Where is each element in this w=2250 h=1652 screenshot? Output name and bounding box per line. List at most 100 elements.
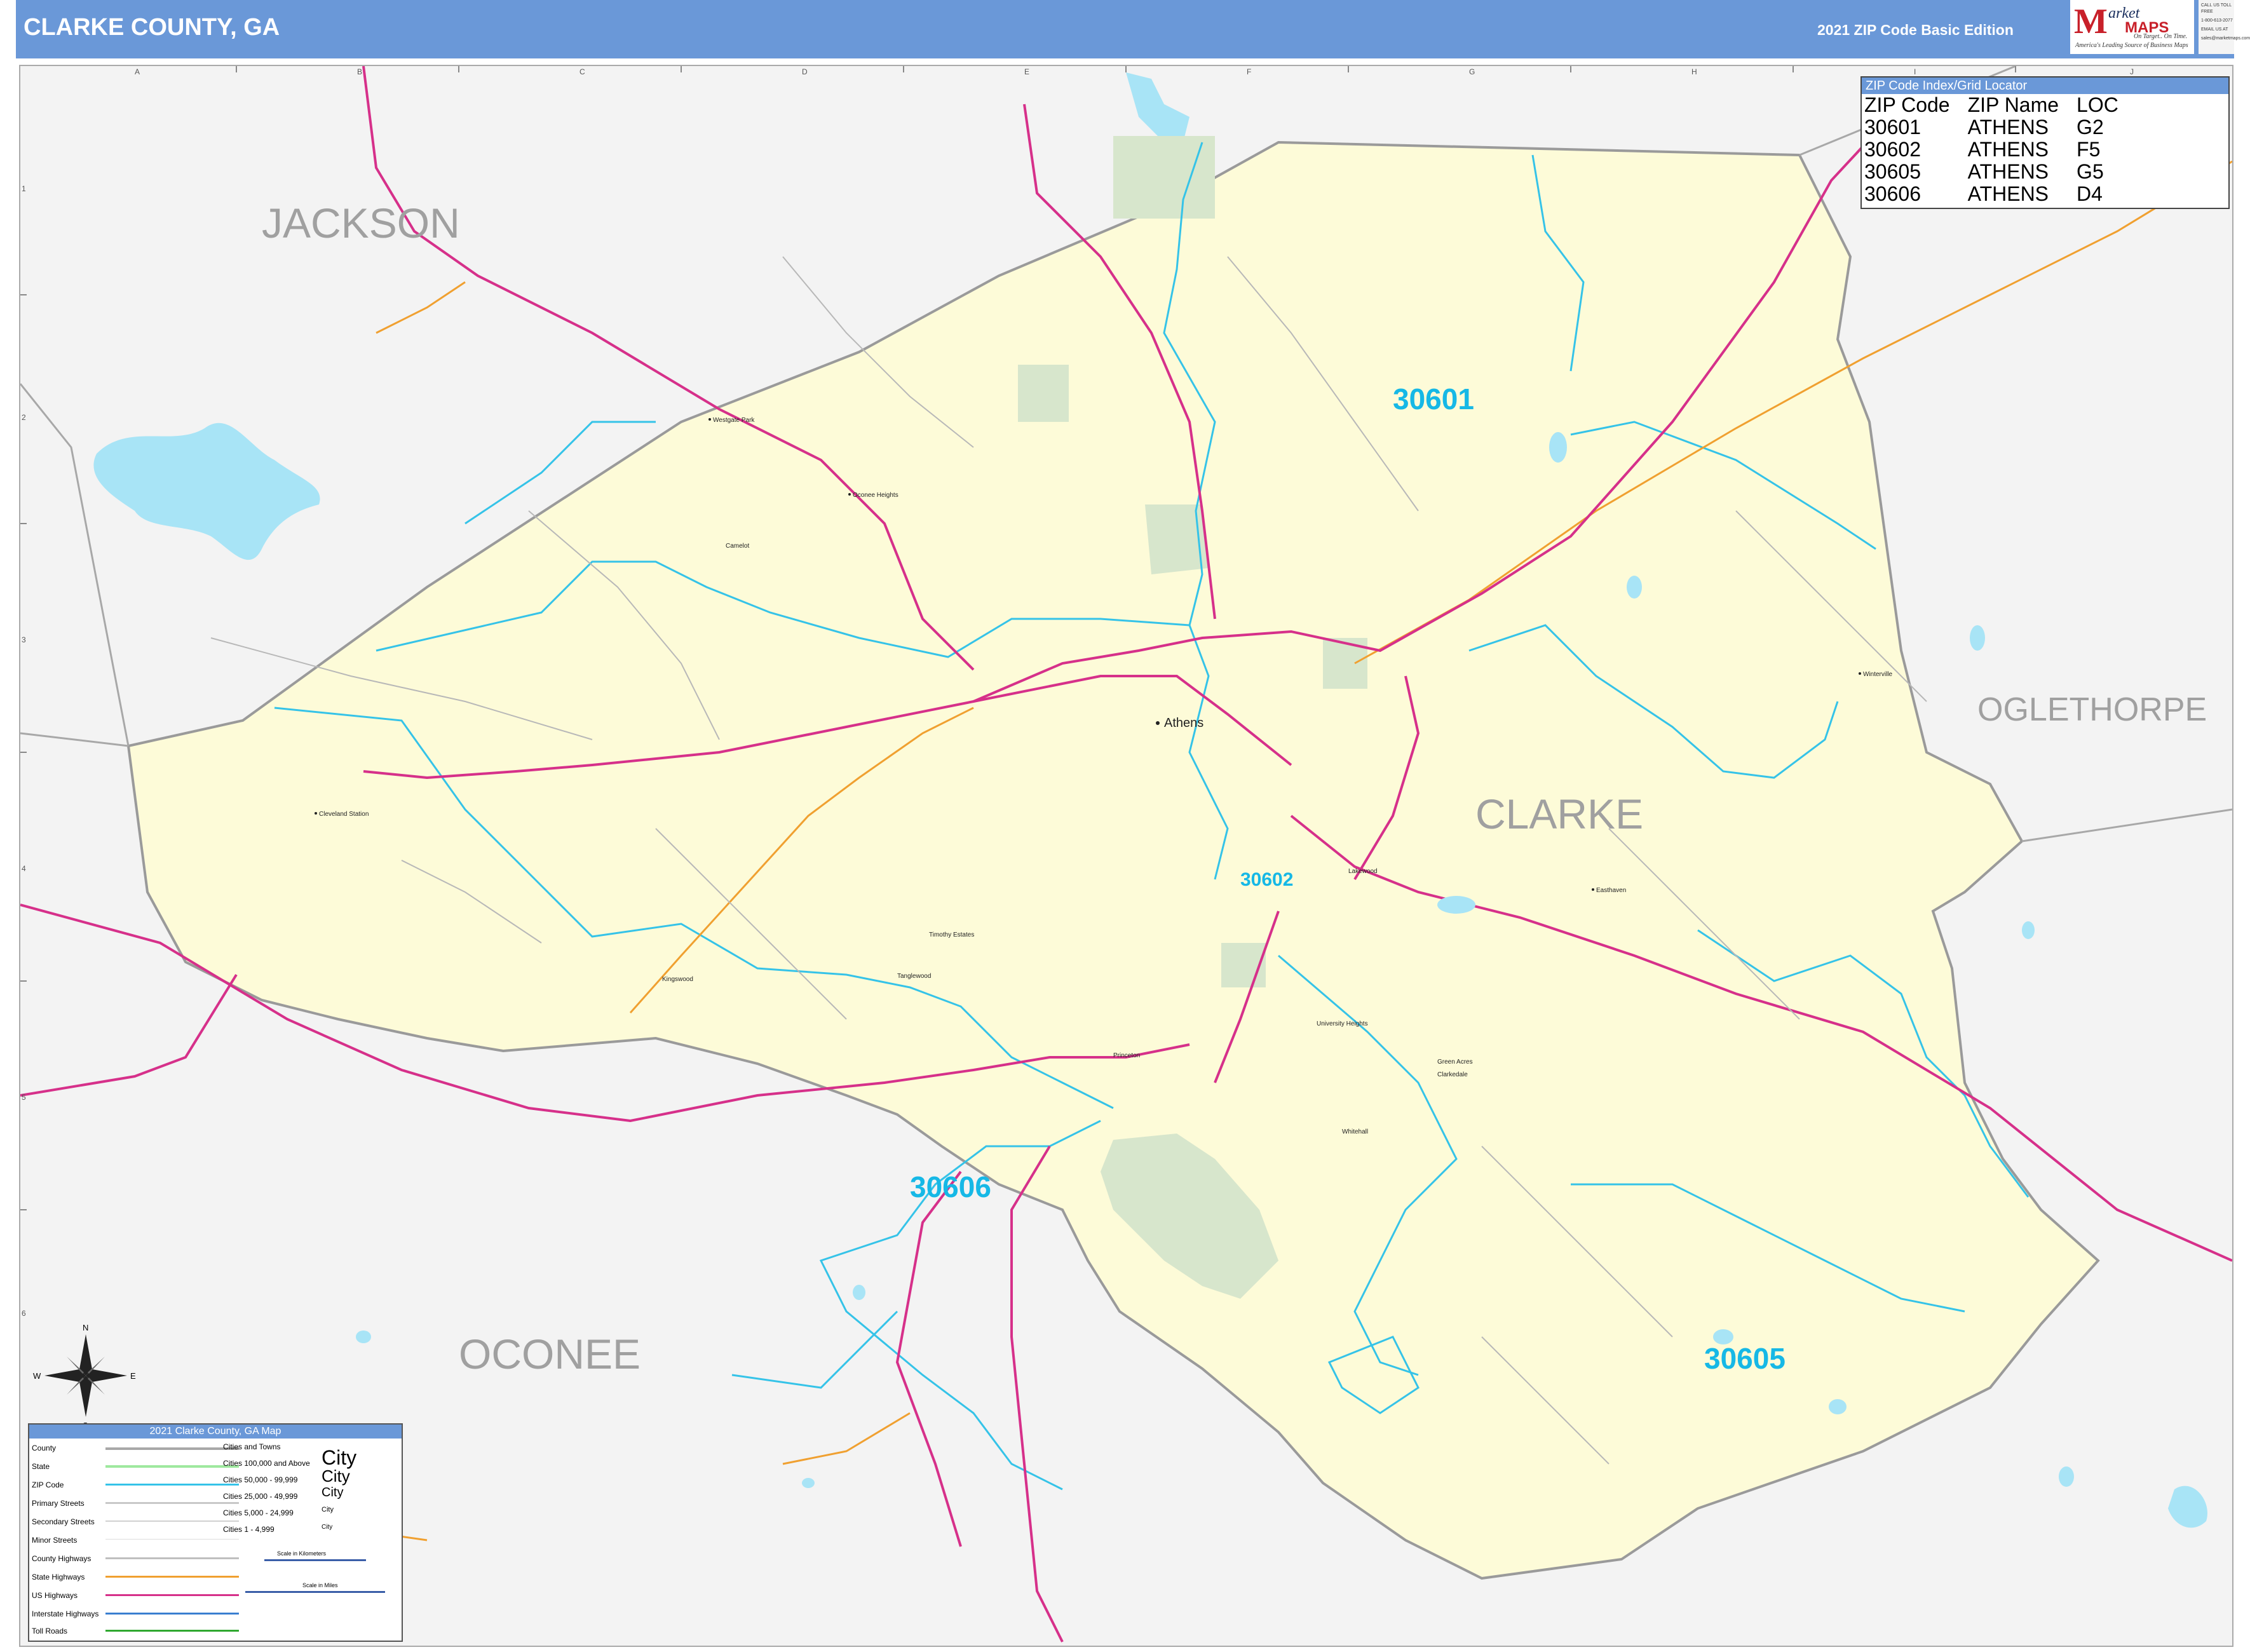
legend-item-label: Toll Roads [32,1627,68,1635]
legend-item-state: State [32,1462,50,1480]
legend-city-sample: City [322,1486,344,1500]
legend-swatch-secondary [105,1520,239,1522]
legend-item-label: ZIP Code [32,1480,64,1489]
legend-item-zip: ZIP Code [32,1480,64,1498]
compass-e: E [130,1371,136,1381]
grid-col-label: A [135,67,140,76]
legend-scale-mi: Scale in Miles [302,1582,338,1588]
legend-item-label: State Highways [32,1573,85,1581]
legend-swatch-minor [105,1539,239,1540]
zip-label-30601: 30601 [1393,383,1474,416]
legend-scale-km-bar [264,1559,366,1561]
legend-swatch-county-hwy [105,1557,239,1559]
grid-row-label: 6 [22,1309,26,1318]
legend-item-label: County Highways [32,1554,91,1563]
logo-tagline: On Target.. On Time. [2134,33,2188,40]
zip-label-30606: 30606 [910,1170,991,1203]
zip-index-cell: 30601 [1864,116,1921,139]
contact-line: sales@marketmaps.com [2201,36,2250,41]
zip-label-30602: 30602 [1240,869,1293,890]
city-label-whitehall: Whitehall [1342,1128,1368,1135]
legend-city-class: Cities 5,000 - 24,999 [223,1508,294,1517]
contact-box: CALL US TOLL FREE 1-800-613-2077 EMAIL U… [2199,0,2250,54]
legend-city-class: Cities 1 - 4,999 [223,1525,274,1534]
zip-index-row: 30606 ATHENS D4 [1864,183,2136,205]
zip-index-title: ZIP Code Index/Grid Locator [1862,78,2228,94]
grid-col-label: E [1024,67,1030,76]
city-label-camelot: Camelot [726,543,749,550]
title-bar: CLARKE COUNTY, GA 2021 ZIP Code Basic Ed… [16,0,2234,58]
legend-item-state-highways: State Highways [32,1573,85,1590]
compass-rose-icon: N S E W [33,1323,136,1430]
map-canvas[interactable]: JACKSON CLARKE OGLETHORPE OCONEE 30601 3… [20,66,2232,1646]
legend-item-label: US Highways [32,1591,78,1600]
city-label-clarkedale: Clarkedale [1437,1071,1468,1078]
map-title: CLARKE COUNTY, GA [24,14,280,41]
city-label-tanglewood: Tanglewood [897,973,931,980]
legend-city-class: Cities 25,000 - 49,999 [223,1492,298,1501]
city-label-lakewood: Lakewood [1348,868,1378,875]
legend-item-us-highways: US Highways [32,1591,78,1609]
contact-line: CALL US TOLL FREE [2201,3,2232,14]
zip-index-header-row: ZIP Code ZIP Name LOC [1864,94,2136,116]
grid-row-label: 5 [22,1093,26,1102]
legend-title: 2021 Clarke County, GA Map [29,1425,402,1439]
legend-city-sample: City [322,1506,334,1513]
legend-item-label: Primary Streets [32,1499,85,1508]
compass-n: N [83,1323,88,1332]
legend-cities-header: Cities and Towns [223,1442,281,1451]
legend-swatch-state-hwy [105,1576,239,1578]
grid-col-label: D [802,67,808,76]
grid-col-label: I [1914,67,1916,76]
zip-index-row: 30605 ATHENS G5 [1864,161,2136,183]
legend-item-secondary-streets: Secondary Streets [32,1517,95,1535]
legend-item-primary-streets: Primary Streets [32,1499,85,1517]
city-label-oconee-heights: Oconee Heights [853,492,898,499]
legend-city-class: Cities 50,000 - 99,999 [223,1475,298,1484]
legend-item-label: State [32,1462,50,1471]
legend-item-county: County [32,1444,56,1461]
legend-city-sample: City [322,1524,333,1531]
legend-item-label: Interstate Highways [32,1609,99,1618]
grid-col-label: J [2130,67,2134,76]
map-frame: JACKSON CLARKE OGLETHORPE OCONEE 30601 3… [19,65,2233,1647]
zip-index-cell: 30606 [1864,182,1921,205]
city-label-princeton: Princeton [1113,1052,1140,1059]
zip-index-cell: F5 [2077,138,2101,161]
zip-index-col-header: ZIP Name [1967,93,2059,116]
zip-label-30605: 30605 [1704,1342,1786,1375]
zip-index-cell: 30602 [1864,138,1921,161]
legend-swatch-state [105,1465,239,1468]
zip-code-index: ZIP Code Index/Grid Locator ZIP Code ZIP… [1860,76,2230,209]
county-label-jackson: JACKSON [262,200,460,247]
city-label-university-heights: University Heights [1317,1020,1368,1027]
zip-index-cell: ATHENS [1967,138,2049,161]
zip-index-row: 30601 ATHENS G2 [1864,116,2136,139]
grid-col-label: H [1691,67,1697,76]
legend-item-label: County [32,1444,57,1452]
zip-index-cell: D4 [2077,182,2103,205]
legend-item-label: Minor Streets [32,1536,78,1545]
city-label-athens: Athens [1164,716,1203,730]
city-label-timothy-estates: Timothy Estates [929,931,974,938]
legend-swatch-interstate [105,1613,239,1615]
edition-label: 2021 ZIP Code Basic Edition [1817,22,2014,38]
legend-swatch-primary [105,1502,239,1504]
legend-item-minor-streets: Minor Streets [32,1536,77,1554]
grid-row-label: 3 [22,635,26,644]
zip-index-cell: ATHENS [1967,116,2049,139]
zip-index-cell: ATHENS [1967,182,2049,205]
grid-col-label: C [579,67,585,76]
legend-swatch-county [105,1447,239,1450]
grid-col-label: G [1469,67,1475,76]
legend-swatch-toll [105,1630,239,1632]
city-label-cleveland-station: Cleveland Station [319,811,369,818]
park-north [1018,365,1069,422]
zip-index-cell: G2 [2077,116,2104,139]
compass-w: W [33,1371,41,1381]
legend-item-label: Secondary Streets [32,1517,95,1526]
county-label-oglethorpe: OGLETHORPE [1977,691,2207,728]
legend-scale-km: Scale in Kilometers [277,1550,327,1557]
zip-index-cell: ATHENS [1967,160,2049,183]
grid-row-label: 1 [22,184,26,193]
